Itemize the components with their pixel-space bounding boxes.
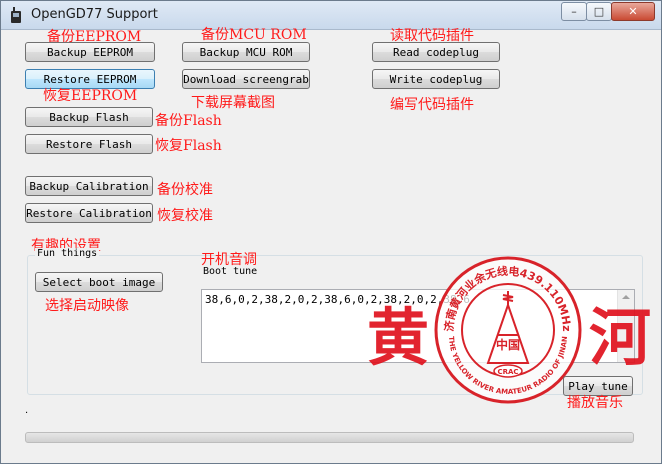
seal-badge-text: CRAC: [497, 368, 518, 376]
maximize-button[interactable]: □: [586, 2, 612, 21]
status-text: .: [25, 405, 29, 416]
annotation-backup-calibration: 备份校准: [157, 182, 213, 198]
maximize-icon: □: [593, 5, 605, 18]
progress-bar: [25, 432, 634, 443]
annotation-backup-mcu-rom: 备份MCU ROM: [201, 27, 307, 43]
annotation-download-screengrab: 下载屏幕截图: [191, 95, 275, 111]
backup-flash-button[interactable]: Backup Flash: [25, 107, 153, 127]
write-codeplug-button[interactable]: Write codeplug: [372, 69, 500, 89]
annotation-restore-flash: 恢复Flash: [155, 138, 222, 154]
boot-tune-value: 38,6,0,2,38,2,0,2,38,6,0,2,38,2,0,2,38,6: [205, 293, 470, 306]
app-window: OpenGD77 Support – □ ✕ 备份EEPROM Backup E…: [0, 0, 662, 464]
minimize-icon: –: [571, 5, 577, 18]
scroll-up-arrow-icon[interactable]: [622, 295, 630, 299]
backup-calibration-button[interactable]: Backup Calibration: [25, 176, 153, 196]
annotation-restore-eeprom: 恢复EEPROM: [43, 88, 138, 104]
minimize-button[interactable]: –: [561, 2, 587, 21]
boot-tune-label: Boot tune: [203, 266, 258, 277]
window-title: OpenGD77 Support: [31, 7, 158, 22]
seal-center-text: 中国: [496, 337, 520, 352]
restore-calibration-button[interactable]: Restore Calibration: [25, 203, 153, 223]
restore-flash-button[interactable]: Restore Flash: [25, 134, 153, 154]
close-button[interactable]: ✕: [611, 2, 655, 21]
calligraphy-left-logo: 黄: [367, 301, 430, 374]
calligraphy-right-logo: 河: [589, 301, 652, 374]
radio-app-icon: [11, 7, 21, 23]
fun-things-group-label: Fun things: [35, 248, 100, 259]
annotation-write-codeplug: 编写代码插件: [390, 97, 474, 113]
backup-mcu-rom-button[interactable]: Backup MCU ROM: [182, 42, 310, 62]
annotation-backup-flash: 备份Flash: [155, 113, 222, 129]
annotation-restore-calibration: 恢复校准: [157, 208, 213, 224]
annotation-select-boot-image: 选择启动映像: [45, 298, 129, 314]
download-screengrab-button[interactable]: Download screengrab: [182, 69, 310, 89]
close-icon: ✕: [628, 5, 638, 18]
select-boot-image-button[interactable]: Select boot image: [35, 272, 163, 292]
backup-eeprom-button[interactable]: Backup EEPROM: [25, 42, 155, 62]
club-seal-logo: 济南黄河业余无线电439.110MHz THE YELLOW RIVER AMA…: [434, 256, 582, 404]
read-codeplug-button[interactable]: Read codeplug: [372, 42, 500, 62]
annotation-play-tune: 播放音乐: [567, 395, 623, 411]
